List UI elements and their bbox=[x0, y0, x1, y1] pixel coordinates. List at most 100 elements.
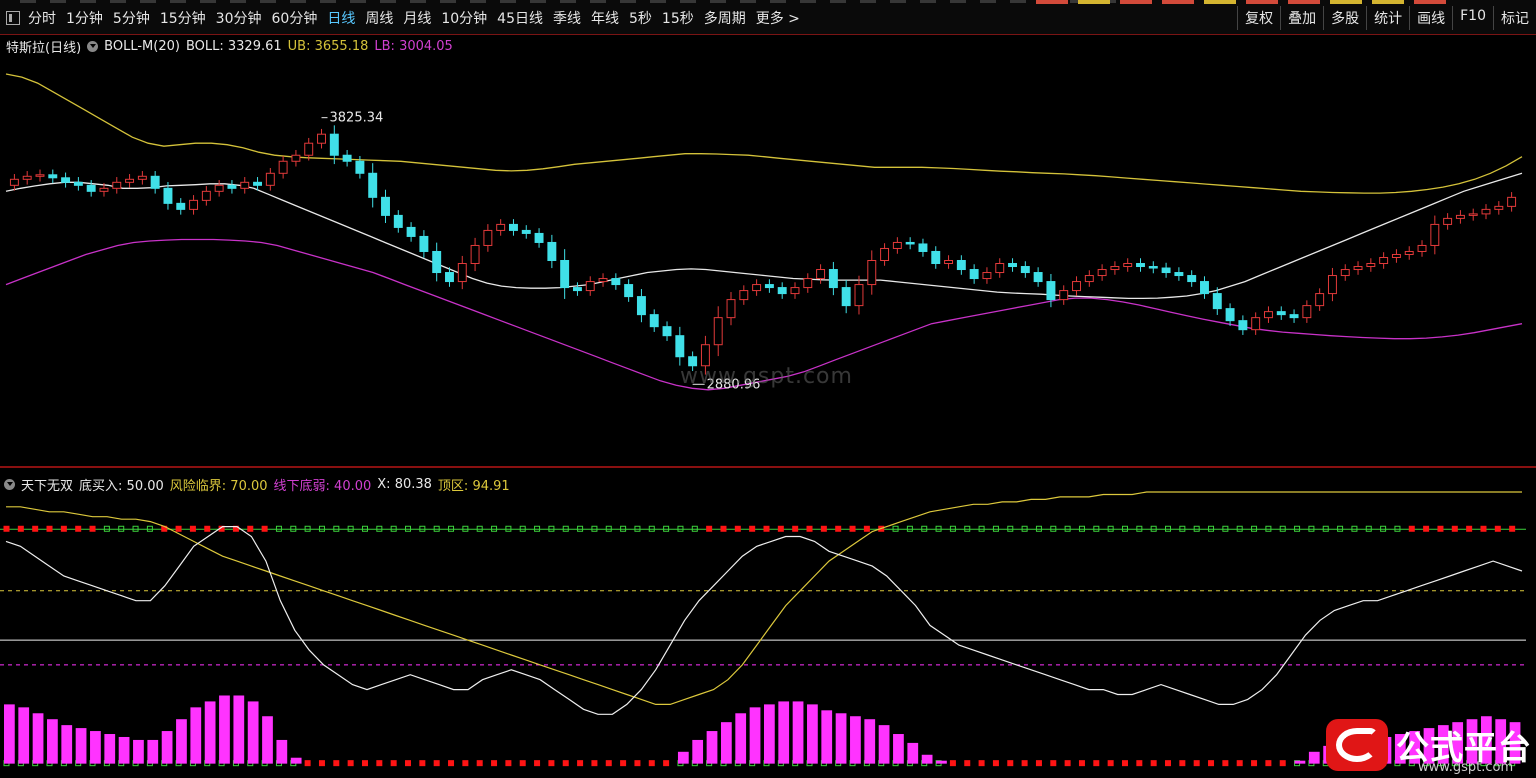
zero-row-marker bbox=[476, 760, 483, 767]
zero-row-marker bbox=[562, 760, 569, 767]
candle-body bbox=[406, 226, 416, 237]
magenta-bar bbox=[90, 731, 101, 764]
candle-body bbox=[944, 260, 954, 265]
candle-body bbox=[1174, 272, 1184, 277]
candle-body bbox=[457, 263, 467, 283]
candle-body bbox=[214, 184, 224, 192]
top-row-marker bbox=[835, 525, 842, 532]
top-row-marker bbox=[820, 525, 827, 532]
candle-body bbox=[150, 175, 160, 189]
zero-row-marker bbox=[419, 760, 426, 767]
zero-row-marker bbox=[1121, 760, 1128, 767]
candle-body bbox=[1084, 275, 1094, 283]
zero-row-marker bbox=[1265, 760, 1272, 767]
candle-body bbox=[1276, 311, 1286, 316]
magenta-bar bbox=[262, 716, 273, 764]
candle-body bbox=[1315, 293, 1325, 307]
candle-body bbox=[368, 172, 378, 198]
top-row-marker bbox=[17, 525, 24, 532]
magenta-bar bbox=[61, 725, 73, 764]
magenta-bar bbox=[276, 739, 288, 764]
candle-body bbox=[1340, 269, 1350, 277]
zero-row-marker bbox=[1064, 760, 1071, 767]
candle-body bbox=[675, 335, 685, 358]
top-row-marker bbox=[32, 525, 39, 532]
candle-body bbox=[1391, 253, 1401, 258]
candle-body bbox=[73, 181, 83, 186]
zero-row-marker bbox=[663, 760, 670, 767]
candle-body bbox=[35, 174, 45, 177]
candle-body bbox=[1302, 305, 1312, 319]
candle-body bbox=[1059, 290, 1069, 301]
candle-body bbox=[1020, 266, 1030, 274]
candle-body bbox=[713, 317, 723, 346]
candle-body bbox=[636, 296, 646, 316]
magenta-bar bbox=[936, 760, 947, 764]
magenta-bar bbox=[720, 722, 732, 764]
candle-body bbox=[1123, 263, 1133, 268]
zero-row-marker bbox=[1035, 760, 1042, 767]
candle-body bbox=[969, 269, 979, 280]
candle-body bbox=[1468, 213, 1478, 216]
candle-body bbox=[867, 260, 877, 286]
magenta-bar bbox=[792, 701, 804, 764]
candle-body bbox=[176, 202, 186, 210]
zero-row-marker bbox=[1251, 760, 1258, 767]
candle-body bbox=[624, 284, 634, 298]
candle-body bbox=[803, 278, 813, 289]
candle-body bbox=[1161, 267, 1171, 274]
magenta-bar bbox=[850, 716, 861, 764]
top-row-marker bbox=[1494, 525, 1501, 532]
magenta-bar bbox=[75, 728, 87, 764]
candle-body bbox=[393, 214, 403, 228]
candle-body bbox=[1455, 214, 1465, 219]
candle-body bbox=[739, 290, 749, 301]
zero-row-marker bbox=[992, 760, 999, 767]
candle-body bbox=[163, 187, 173, 204]
candle-body bbox=[329, 133, 339, 156]
candle-body bbox=[1251, 317, 1261, 331]
candle-body bbox=[854, 284, 864, 307]
magenta-bar bbox=[219, 695, 230, 764]
magenta-bar bbox=[821, 710, 833, 764]
candle-body bbox=[1327, 275, 1337, 295]
candle-body bbox=[201, 190, 211, 201]
zero-row-marker bbox=[390, 760, 397, 767]
top-row-marker bbox=[1408, 525, 1415, 532]
candle-body bbox=[355, 160, 365, 174]
top-row-marker bbox=[46, 525, 53, 532]
chart-svg[interactable]: 3825.342880.96 bbox=[0, 0, 1536, 778]
zero-row-marker bbox=[1078, 760, 1085, 767]
candle-body bbox=[1353, 266, 1363, 271]
candle-body bbox=[1417, 244, 1427, 252]
top-row-marker bbox=[720, 525, 727, 532]
candle-body bbox=[1136, 263, 1145, 268]
magenta-bar bbox=[1294, 760, 1306, 764]
candle-body bbox=[880, 247, 890, 262]
top-row-marker bbox=[1466, 525, 1473, 532]
zero-row-marker bbox=[534, 760, 541, 767]
candle-body bbox=[22, 175, 32, 180]
candle-body bbox=[86, 184, 96, 192]
zero-row-marker bbox=[1236, 760, 1243, 767]
candle-body bbox=[1263, 311, 1273, 319]
magenta-bar bbox=[47, 719, 58, 764]
candle-body bbox=[9, 178, 19, 186]
candle-body bbox=[48, 174, 58, 179]
watermark: www.gspt.com bbox=[680, 364, 853, 389]
candle-body bbox=[905, 241, 915, 245]
series-ub bbox=[5, 73, 1523, 194]
candle-body bbox=[726, 299, 736, 319]
magenta-bar bbox=[147, 739, 159, 764]
candle-body bbox=[304, 142, 314, 156]
zero-row-marker bbox=[978, 760, 985, 767]
zero-row-marker bbox=[577, 760, 584, 767]
candle-body bbox=[1212, 293, 1222, 310]
zero-row-marker bbox=[1279, 760, 1286, 767]
candle-body bbox=[1033, 272, 1043, 283]
candle-body bbox=[227, 184, 237, 189]
magenta-bar bbox=[118, 736, 130, 764]
magenta-bar bbox=[764, 704, 775, 764]
magenta-bar bbox=[864, 719, 876, 764]
candle-body bbox=[764, 284, 774, 289]
